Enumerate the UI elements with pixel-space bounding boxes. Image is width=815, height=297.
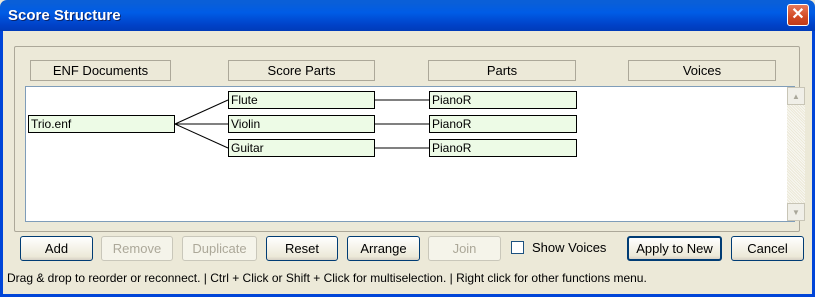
help-hint-text: Drag & drop to reorder or reconnect. | C… — [7, 271, 647, 285]
part-node[interactable]: PianoR — [429, 91, 577, 109]
reset-button[interactable]: Reset — [266, 236, 338, 261]
scroll-down-icon[interactable]: ▼ — [787, 203, 805, 221]
column-header-score-parts: Score Parts — [228, 60, 375, 81]
column-header-enf-documents: ENF Documents — [30, 60, 171, 81]
window-title: Score Structure — [8, 7, 121, 24]
apply-to-new-button[interactable]: Apply to New — [627, 236, 722, 261]
duplicate-button[interactable]: Duplicate — [182, 236, 257, 261]
vertical-scrollbar[interactable]: ▲ ▼ — [787, 87, 805, 221]
enf-document-node[interactable]: Trio.enf — [28, 115, 175, 133]
title-bar[interactable]: Score Structure ✕ — [0, 0, 815, 31]
arrange-button[interactable]: Arrange — [347, 236, 420, 261]
close-icon[interactable]: ✕ — [787, 4, 809, 26]
scroll-track[interactable] — [787, 105, 805, 203]
structure-canvas[interactable] — [25, 86, 795, 222]
part-node[interactable]: PianoR — [429, 139, 577, 157]
score-part-node[interactable]: Flute — [228, 91, 375, 109]
cancel-button[interactable]: Cancel — [731, 236, 804, 261]
column-header-voices: Voices — [628, 60, 776, 81]
score-part-node[interactable]: Violin — [228, 115, 375, 133]
add-button[interactable]: Add — [20, 236, 93, 261]
show-voices-checkbox[interactable] — [511, 241, 524, 254]
remove-button[interactable]: Remove — [101, 236, 173, 261]
join-button[interactable]: Join — [428, 236, 501, 261]
scroll-up-icon[interactable]: ▲ — [787, 87, 805, 105]
score-part-node[interactable]: Guitar — [228, 139, 375, 157]
show-voices-label[interactable]: Show Voices — [532, 240, 606, 255]
score-structure-dialog: Score Structure ✕ ENF Documents Score Pa… — [0, 0, 815, 297]
column-header-parts: Parts — [428, 60, 576, 81]
part-node[interactable]: PianoR — [429, 115, 577, 133]
